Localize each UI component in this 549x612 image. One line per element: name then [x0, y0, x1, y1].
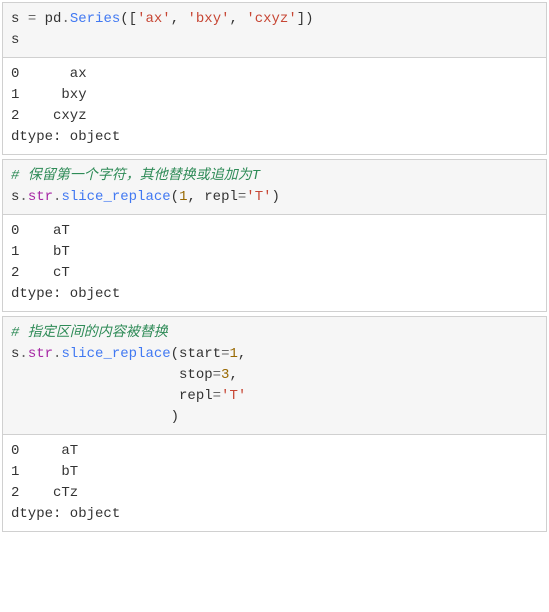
code-input-1: s = pd.Series(['ax', 'bxy', 'cxyz']) s: [3, 3, 546, 57]
cell-3: # 指定区间的内容被替换 s.str.slice_replace(start=1…: [2, 316, 547, 532]
code-input-3: # 指定区间的内容被替换 s.str.slice_replace(start=1…: [3, 317, 546, 434]
code-output-2: 0 aT 1 bT 2 cT dtype: object: [3, 214, 546, 311]
code-output-3: 0 aT 1 bT 2 cTz dtype: object: [3, 434, 546, 531]
code-input-2: # 保留第一个字符，其他替换或追加为T s.str.slice_replace(…: [3, 160, 546, 214]
cell-2: # 保留第一个字符，其他替换或追加为T s.str.slice_replace(…: [2, 159, 547, 312]
code-output-1: 0 ax 1 bxy 2 cxyz dtype: object: [3, 57, 546, 154]
cell-1: s = pd.Series(['ax', 'bxy', 'cxyz']) s 0…: [2, 2, 547, 155]
